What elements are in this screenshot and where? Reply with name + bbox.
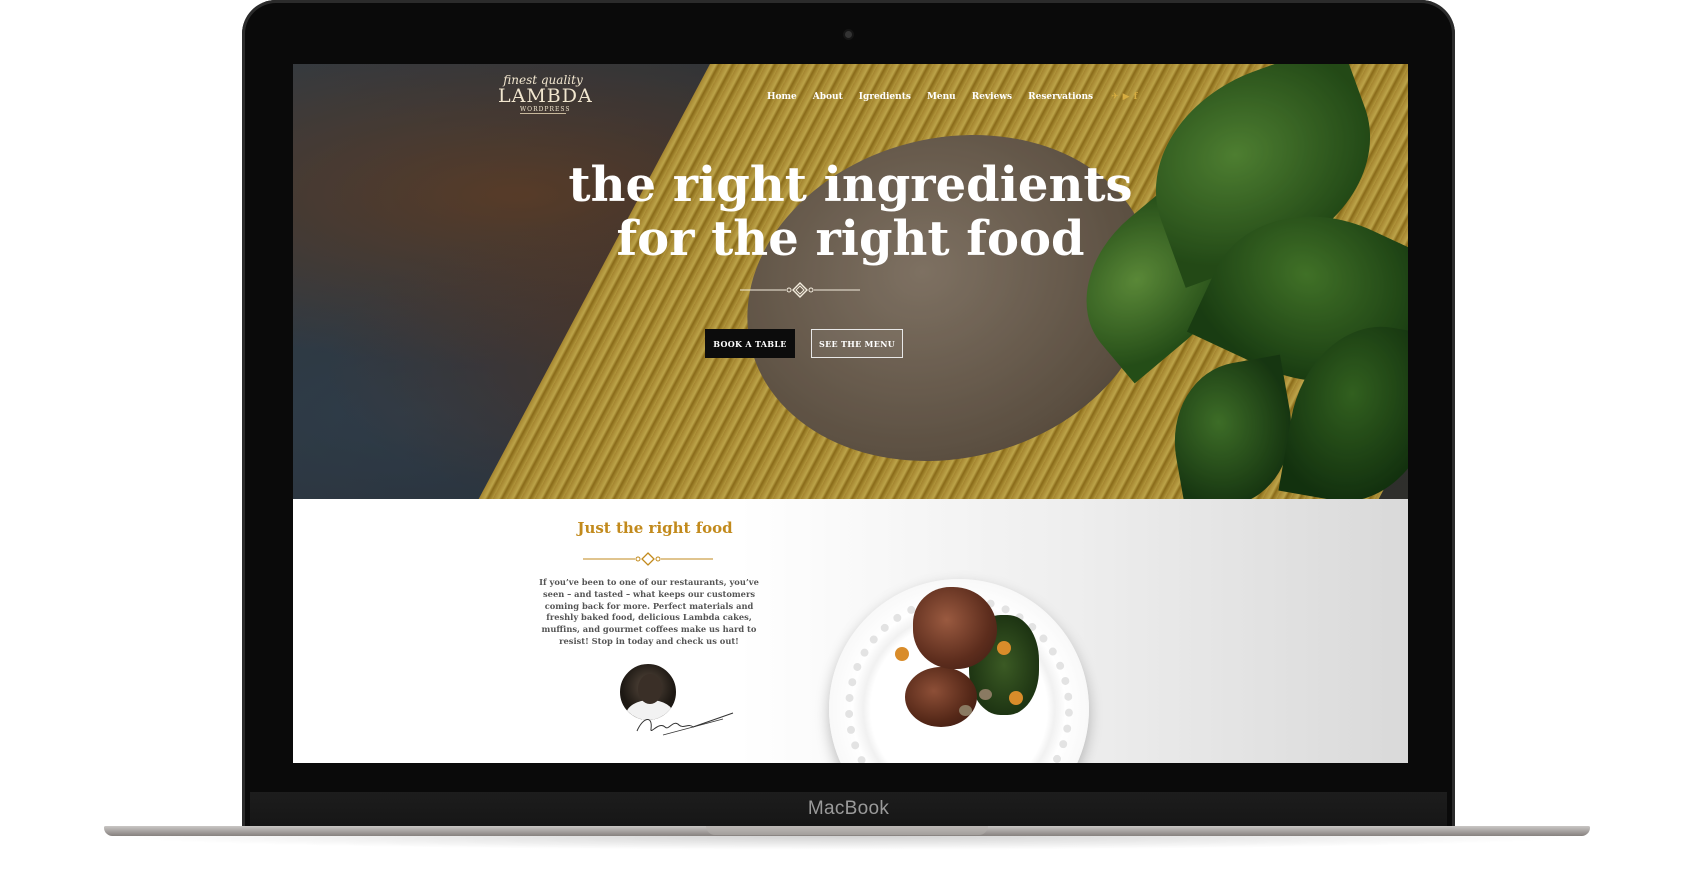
see-menu-button[interactable]: SEE THE MENU xyxy=(811,329,903,358)
youtube-icon[interactable]: ▶ xyxy=(1123,92,1130,102)
hero-headline-line: the right ingredients xyxy=(568,157,1133,213)
laptop-screen: finest quality LAMBDA WORDPRESS Home Abo… xyxy=(293,64,1408,763)
nav-link-about[interactable]: About xyxy=(813,92,843,102)
main-nav: Home About Igredients Menu Reviews Reser… xyxy=(767,90,1137,104)
nav-link-ingredients[interactable]: Igredients xyxy=(859,92,911,102)
nav-link-reservations[interactable]: Reservations xyxy=(1028,92,1093,102)
laptop-notch xyxy=(706,826,988,835)
about-section: Just the right food If you’ve been to on… xyxy=(293,499,1408,763)
social-links: ✈ ▶ f xyxy=(1111,92,1137,102)
steak-plate-image xyxy=(829,579,1089,763)
site-logo[interactable]: finest quality LAMBDA WORDPRESS xyxy=(498,72,593,128)
logo-subtitle: WORDPRESS xyxy=(520,106,571,114)
twitter-icon[interactable]: ✈ xyxy=(1111,92,1119,102)
logo-wordmark: LAMBDA xyxy=(498,85,593,107)
camera-dot xyxy=(845,31,852,38)
hero-headline-line: for the right food xyxy=(616,211,1085,267)
nav-link-reviews[interactable]: Reviews xyxy=(972,92,1012,102)
laptop-brand-label: MacBook xyxy=(807,798,890,819)
hero-section: finest quality LAMBDA WORDPRESS Home Abo… xyxy=(293,64,1408,499)
ornament-divider-icon xyxy=(583,552,713,566)
about-title: Just the right food xyxy=(577,519,733,537)
book-table-button[interactable]: BOOK A TABLE xyxy=(705,329,795,358)
hero-headline: the right ingredients for the right food xyxy=(443,158,1258,266)
ornament-divider-icon xyxy=(740,282,860,298)
chef-signature-image xyxy=(636,712,734,736)
laptop-shadow xyxy=(104,836,1590,850)
nav-link-menu[interactable]: Menu xyxy=(927,92,956,102)
about-text: If you’ve been to one of our restaurants… xyxy=(539,577,759,646)
facebook-icon[interactable]: f xyxy=(1134,92,1138,102)
nav-link-home[interactable]: Home xyxy=(767,92,797,102)
